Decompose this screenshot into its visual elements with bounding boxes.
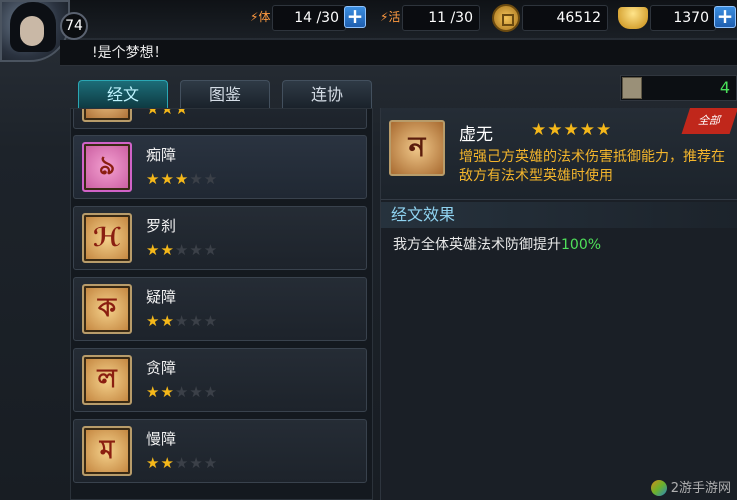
watermark: 2游手游网 bbox=[651, 477, 731, 497]
effect-value: 100% bbox=[561, 237, 602, 253]
add-stamina-button[interactable]: + bbox=[344, 6, 366, 28]
detail-header: ন 虚无 ★★★★★ 增强己方英雄的法术伤害抵御能力，推荐在敌方有法术型英雄时使… bbox=[381, 108, 737, 200]
stamina-icon: ⚡体 bbox=[250, 10, 271, 24]
rune-icon: ℋ bbox=[82, 213, 132, 263]
rune-icon: ম bbox=[82, 426, 132, 476]
list-item[interactable]: ℋ 罗刹 ★★★★★ bbox=[73, 206, 367, 270]
effect-text: 我方全体英雄法术防御提升100% bbox=[393, 234, 601, 254]
rune-icon: ন bbox=[389, 120, 445, 176]
game-screen: 74 ⚡体 14 /30 + ⚡活 11 /30 46512 1370 + !是… bbox=[0, 0, 737, 500]
star-rating: ★★★★★ bbox=[146, 383, 219, 401]
corner-badge: 全部 bbox=[681, 108, 737, 134]
tab-codex[interactable]: 图鉴 bbox=[180, 80, 270, 108]
star-rating: ★★★★★ bbox=[146, 312, 219, 330]
rune-icon bbox=[82, 109, 132, 122]
star-rating: ★★★★★ bbox=[146, 170, 219, 188]
detail-name: 虚无 bbox=[459, 125, 493, 145]
effect-section-title: 经文效果 bbox=[381, 202, 737, 228]
list-item[interactable]: ★★★ bbox=[73, 108, 367, 129]
list-item[interactable]: ম 慢障 ★★★★★ bbox=[73, 419, 367, 483]
coins-value: 46512 bbox=[522, 5, 608, 31]
rune-icon: ল bbox=[82, 355, 132, 405]
add-gold-button[interactable]: + bbox=[714, 6, 736, 28]
detail-star-rating: ★★★★★ bbox=[531, 120, 613, 140]
list-item[interactable]: ল 贪障 ★★★★★ bbox=[73, 348, 367, 412]
scroll-icon bbox=[622, 77, 642, 99]
list-item-name: 贪障 bbox=[146, 359, 177, 377]
stamina-value: 14 /30 bbox=[272, 5, 346, 31]
list-item-name: 罗刹 bbox=[146, 217, 177, 235]
effect-label: 我方全体英雄法术防御提升 bbox=[393, 237, 561, 253]
detail-description: 增强己方英雄的法术伤害抵御能力，推荐在敌方有法术型英雄时使用 bbox=[459, 149, 725, 184]
list-item[interactable]: ঌ 痴障 ★★★★★ bbox=[73, 135, 367, 199]
vitality-value: 11 /30 bbox=[402, 5, 480, 31]
detail-panel: ন 虚无 ★★★★★ 增强己方英雄的法术伤害抵御能力，推荐在敌方有法术型英雄时使… bbox=[380, 108, 737, 500]
list-item-name: 疑障 bbox=[146, 288, 177, 306]
scripture-list[interactable]: ★★★ ঌ 痴障 ★★★★★ ℋ 罗刹 ★★★★★ ক 疑障 ★★★★★ ল 贪障 ★★★★★ ম 慢障 ★… bbox=[70, 108, 373, 500]
rune-icon: ক bbox=[82, 284, 132, 334]
list-item[interactable]: ক 疑障 ★★★★★ bbox=[73, 277, 367, 341]
star-rating: ★★★★★ bbox=[146, 241, 219, 259]
rune-icon: ঌ bbox=[82, 142, 132, 192]
vitality-icon: ⚡活 bbox=[380, 10, 401, 24]
star-rating: ★★★★★ bbox=[146, 454, 219, 472]
coin-icon bbox=[492, 4, 520, 32]
player-level-badge: 74 bbox=[60, 12, 88, 40]
tab-combo[interactable]: 连协 bbox=[282, 80, 372, 108]
star-rating: ★★★ bbox=[146, 108, 190, 118]
tab-scriptures[interactable]: 经文 bbox=[78, 80, 168, 108]
gold-ingot-icon bbox=[618, 7, 648, 29]
gold-value: 1370 bbox=[650, 5, 716, 31]
list-item-name: 痴障 bbox=[146, 146, 177, 164]
list-item-name: 慢障 bbox=[146, 430, 177, 448]
announcement-marquee: !是个梦想！ bbox=[60, 40, 737, 66]
